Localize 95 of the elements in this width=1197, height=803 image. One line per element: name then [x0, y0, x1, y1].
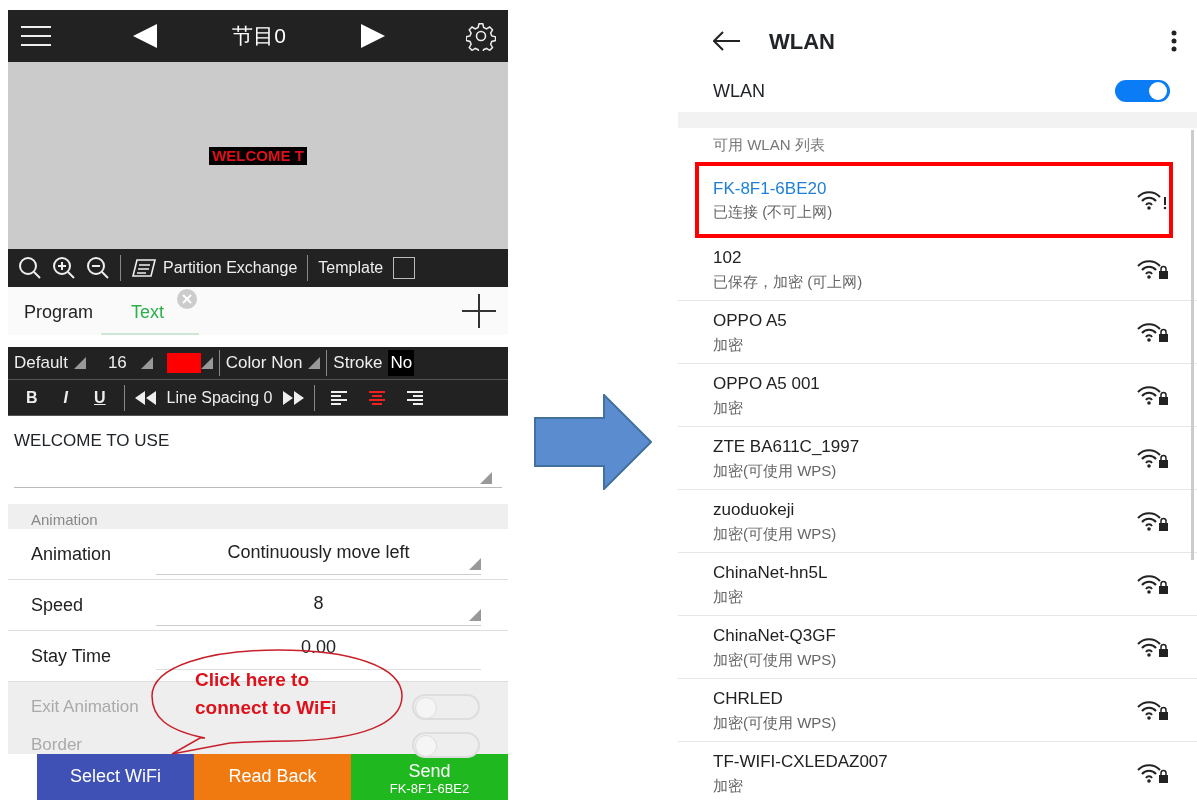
align-center-icon[interactable] [369, 389, 386, 406]
stroke-label: Stroke [333, 352, 383, 375]
bottom-button[interactable]: Select WiFi [37, 754, 194, 800]
network-item[interactable]: CHRLED 加密(可使用 WPS) [678, 679, 1197, 742]
zoom-icon[interactable] [18, 256, 42, 280]
network-status: 加密 [713, 397, 744, 418]
network-name: ChinaNet-Q3GF [713, 625, 837, 647]
dropdown-corner-icon[interactable] [308, 357, 321, 369]
font-dropdown[interactable]: Default [14, 350, 68, 376]
field-label: Speed [31, 595, 85, 615]
line-spacing-label: Line Spacing 0 [166, 387, 273, 408]
checkbox[interactable] [393, 257, 416, 279]
network-name: OPPO A5 [713, 310, 787, 332]
more-options-icon[interactable] [1171, 30, 1177, 52]
network-status: 加密 [713, 775, 744, 796]
dropdown-corner-icon[interactable] [469, 558, 481, 570]
network-item[interactable]: TF-WIFI-CXLEDAZ007 加密 [678, 742, 1197, 803]
screen-title: WLAN [769, 27, 836, 56]
setting-label: WLAN [713, 79, 765, 103]
callout-text: Click here to connect to WiFi [195, 668, 338, 720]
network-item[interactable]: ChinaNet-hn5L 加密 [678, 553, 1197, 616]
plus-icon[interactable] [462, 294, 496, 328]
network-status: 加密(可使用 WPS) [713, 649, 837, 670]
network-name: zuoduokeji [713, 499, 796, 521]
wifi-warning-icon [1136, 188, 1169, 211]
program-title: 节目0 [232, 23, 286, 50]
dropdown-field[interactable]: 8 [156, 584, 481, 626]
dropdown-corner-icon[interactable] [73, 357, 86, 369]
network-item[interactable]: ChinaNet-Q3GF 加密(可使用 WPS) [678, 616, 1197, 679]
wifi-lock-icon [1136, 447, 1169, 469]
right-arrow-icon [534, 393, 652, 490]
right-triangle-icon[interactable] [360, 23, 386, 49]
network-status: 加密(可使用 WPS) [713, 460, 838, 481]
align-right-icon[interactable] [407, 389, 424, 406]
wifi-lock-icon [1136, 762, 1169, 784]
text-input-value: WELCOME TO USE [14, 431, 170, 450]
dropdown-corner-icon[interactable] [200, 357, 213, 369]
wifi-lock-icon [1136, 699, 1169, 721]
fast-forward-icon[interactable] [282, 390, 305, 405]
toggle-label: Exit Animation [31, 696, 139, 719]
wlan-toggle-switch[interactable] [1115, 80, 1170, 102]
wifi-lock-icon [1136, 510, 1169, 532]
stroke-dropdown[interactable]: No [388, 350, 415, 376]
wifi-lock-icon [1136, 573, 1169, 595]
input-field[interactable]: 0.00 [156, 628, 481, 670]
tab[interactable]: Program [16, 287, 102, 335]
font-size-dropdown[interactable]: 16 [107, 350, 127, 376]
network-status: 加密(可使用 WPS) [713, 712, 837, 733]
section-title: 可用 WLAN 列表 [712, 135, 826, 155]
network-name: TF-WIFI-CXLEDAZ007 [713, 751, 888, 773]
template-button[interactable]: Template [318, 256, 384, 280]
network-status: 已保存，加密 (可上网) [713, 271, 863, 292]
left-triangle-icon[interactable] [132, 23, 158, 49]
network-status: 加密 [713, 334, 744, 355]
zoom-in-icon[interactable] [52, 256, 76, 280]
text-style-button[interactable]: U [86, 385, 114, 410]
dropdown-corner-icon[interactable] [140, 357, 153, 369]
text-color-swatch[interactable] [166, 353, 201, 373]
scrollbar[interactable] [1191, 130, 1194, 560]
network-name: CHRLED [713, 688, 784, 710]
network-name: OPPO A5 001 [713, 373, 820, 395]
section-title: Animation [8, 504, 508, 529]
text-style-button[interactable]: I [55, 385, 76, 410]
rewind-icon[interactable] [134, 390, 157, 405]
field-label: Stay Time [31, 646, 113, 666]
dropdown-field[interactable]: Continuously move left [156, 533, 481, 575]
text-style-button[interactable]: B [18, 385, 46, 410]
network-name: ZTE BA611C_1997 [713, 436, 860, 458]
align-left-icon[interactable] [331, 389, 348, 406]
network-item[interactable]: FK-8F1-6BE20 已连接 (不可上网) [695, 162, 1173, 238]
wifi-lock-icon [1136, 258, 1169, 280]
partition-exchange-button[interactable]: Partition Exchange [163, 256, 298, 280]
network-status: 已连接 (不可上网) [713, 202, 833, 222]
field-label: Animation [31, 544, 113, 564]
wifi-lock-icon [1136, 636, 1169, 658]
dropdown-corner-icon[interactable] [469, 609, 481, 621]
wifi-lock-icon [1136, 321, 1169, 343]
toggle-switch[interactable] [412, 694, 480, 720]
toggle-label: Border [31, 734, 83, 756]
back-arrow-icon[interactable] [713, 31, 741, 51]
network-name: ChinaNet-hn5L [713, 562, 828, 584]
text-input-field[interactable]: WELCOME TO USE [8, 416, 508, 496]
wifi-lock-icon [1136, 384, 1169, 406]
zoom-out-icon[interactable] [86, 256, 110, 280]
led-preview-text: WELCOME T [209, 146, 307, 165]
dropdown-corner-icon[interactable] [480, 472, 492, 484]
network-name: FK-8F1-6BE20 [713, 177, 828, 200]
network-name: 102 [713, 247, 743, 269]
background-color-dropdown[interactable]: Color Non [225, 350, 303, 376]
swap-icon[interactable] [131, 257, 157, 279]
settings-icon[interactable] [466, 21, 496, 51]
menu-icon[interactable] [20, 25, 52, 47]
toggle-switch[interactable] [412, 732, 480, 758]
network-status: 加密 [713, 586, 744, 607]
network-status: 加密(可使用 WPS) [713, 523, 837, 544]
